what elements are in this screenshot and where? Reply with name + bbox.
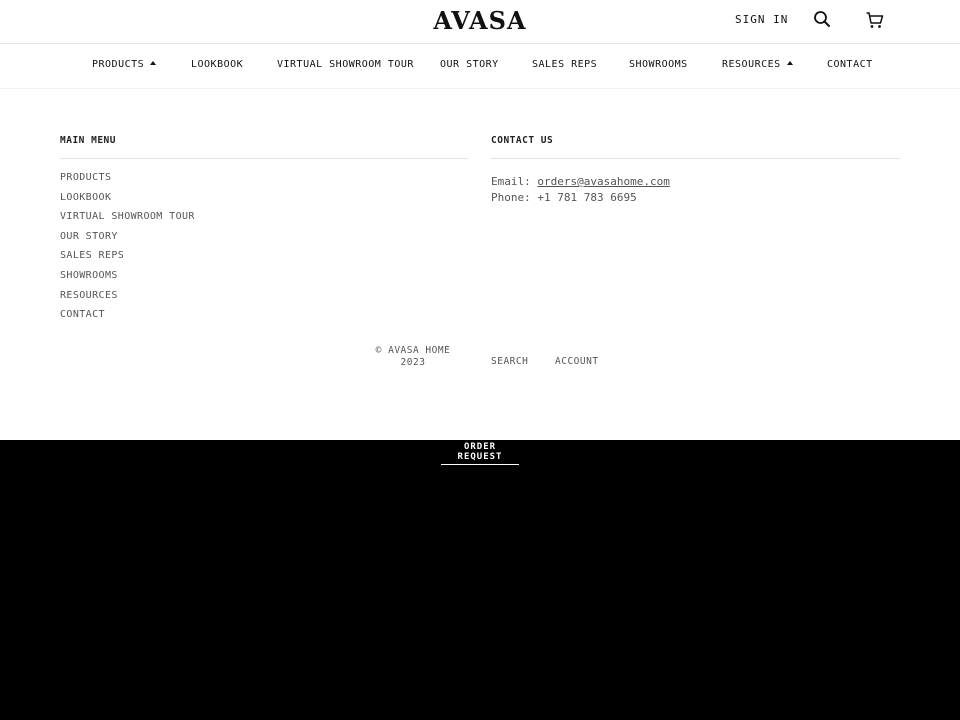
main-menu-title: MAIN MENU [60,135,116,146]
caret-up-icon [786,61,793,65]
footer-main-menu: PRODUCTS LOOKBOOK VIRTUAL SHOWROOM TOUR … [60,172,195,329]
nav-item-contact[interactable]: CONTACT [827,59,873,70]
nav-item-label: PRODUCTS [92,59,145,70]
footer-menu-item-contact[interactable]: CONTACT [60,309,195,329]
contact-us-divider [491,158,900,159]
nav-item-products[interactable]: PRODUCTS [92,59,157,70]
copyright-year: 2023 [400,356,426,368]
footer-menu-item-showrooms[interactable]: SHOWROOMS [60,270,195,290]
site-header: AVASA SIGN IN [0,0,960,44]
footer-menu-item-sales-reps[interactable]: SALES REPS [60,250,195,270]
nav-item-our-story[interactable]: OUR STORY [440,59,499,70]
contact-us-title: CONTACT US [491,135,554,146]
contact-email: Email: orders@avasahome.com [491,175,670,188]
email-label: Email: [491,175,531,188]
order-request-button[interactable]: ORDER REQUEST [441,442,519,465]
footer-menu-item-our-story[interactable]: OUR STORY [60,231,195,251]
footer-menu-item-products[interactable]: PRODUCTS [60,172,195,192]
caret-up-icon [150,61,157,65]
copyright-line: © AVASA HOME [375,345,451,356]
main-nav: PRODUCTS LOOKBOOK VIRTUAL SHOWROOM TOUR … [0,44,960,89]
page-content: AVASA SIGN IN PRODUCTS LOOKBOOK VIRTUAL … [0,0,960,440]
footer-search-link[interactable]: SEARCH [491,356,528,367]
footer-menu-item-lookbook[interactable]: LOOKBOOK [60,192,195,212]
cart-icon[interactable] [865,10,885,30]
email-link[interactable]: orders@avasahome.com [537,175,669,188]
nav-item-virtual-showroom-tour[interactable]: VIRTUAL SHOWROOM TOUR [277,59,414,70]
nav-item-showrooms[interactable]: SHOWROOMS [629,59,688,70]
nav-item-label: RESOURCES [722,59,781,70]
footer-account-link[interactable]: ACCOUNT [555,356,599,367]
nav-item-resources[interactable]: RESOURCES [722,59,793,70]
site-logo[interactable]: AVASA [430,5,530,37]
phone-label: Phone: [491,191,531,204]
main-menu-divider [60,158,468,159]
copyright: © AVASA HOME 2023 [368,345,458,368]
nav-item-sales-reps[interactable]: SALES REPS [532,59,597,70]
sign-in-link[interactable]: SIGN IN [735,13,788,26]
footer-menu-item-virtual-showroom-tour[interactable]: VIRTUAL SHOWROOM TOUR [60,211,195,231]
nav-item-lookbook[interactable]: LOOKBOOK [191,59,243,70]
search-icon[interactable] [813,10,833,30]
phone-number: +1 781 783 6695 [537,191,637,204]
footer-menu-item-resources[interactable]: RESOURCES [60,290,195,310]
contact-phone: Phone: +1 781 783 6695 [491,191,637,204]
